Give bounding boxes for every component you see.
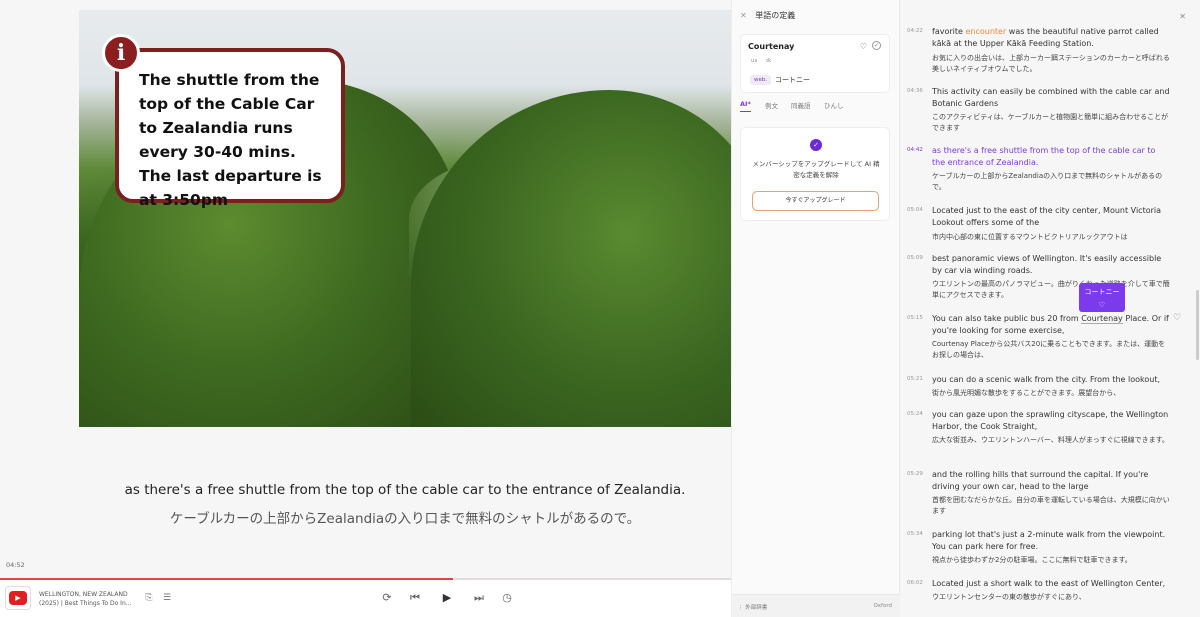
timestamp[interactable]: 04:22 [907,28,923,34]
timestamp[interactable]: 05:29 [907,471,923,477]
check-icon[interactable]: ✓ [872,41,881,50]
definition-title: 単語の定義 [755,11,796,20]
timestamp[interactable]: 04:42 [907,147,923,153]
playlist-icon[interactable]: ☰ [162,593,172,603]
current-time: 04:52 [6,561,25,569]
info-icon: i [102,34,140,72]
video-title-line2: (2025) | Best Things To Do In... [39,600,132,607]
timestamp[interactable]: 05:15 [907,315,923,321]
video-info-overlay: The shuttle from the top of the Cable Ca… [115,48,345,209]
play-icon[interactable]: ▶ [439,590,455,606]
transcript-panel: ✕ 04:22 favorite encounter was the beaut… [900,0,1200,617]
video-title-line1: WELLINGTON, NEW ZEALAND [39,591,128,598]
transcript-en: as there's a free shuttle from the top o… [932,146,1156,167]
transcript-ja: このアクティビティは、ケーブルカーと植物園と簡単に組み合わせることができます [932,113,1169,132]
definition-tabs: AI* 例文 同義語 ひんし [740,100,890,115]
pron-us[interactable]: us [751,58,757,64]
loop-icon[interactable]: ⟳ [379,590,395,606]
transcript-en: favorite encounter was the beautiful nat… [932,26,1170,50]
scrollbar-thumb[interactable] [1196,290,1199,360]
selected-word[interactable]: Courtenay [1081,314,1123,324]
timestamp[interactable]: 04:36 [907,88,923,94]
upgrade-card: ✓ メンバーシップをアップグレードして AI 精密な定義を解除 今すぐアップグレ… [740,127,890,221]
video-title[interactable]: WELLINGTON, NEW ZEALAND (2025) | Best Th… [39,590,134,608]
word-card: Courtenay ♡ ✓ us ɪk web. コートニー [740,34,890,93]
tab-ai[interactable]: AI* [740,100,751,112]
highlighted-word[interactable]: encounter [965,27,1006,36]
transcript-ja: お気に入りの出会いは、上部カーカー餌ステーションのカーカーと呼ばれる美しいネイテ… [932,54,1170,73]
transcript-en: Located just to the east of the city cen… [932,206,1162,227]
definition-panel: ✕ 単語の定義 Courtenay ♡ ✓ us ɪk web. コートニー A… [731,0,900,617]
external-dictionary-link[interactable]: ⋮ 外部辞書 [738,603,767,611]
definition-footer: ⋮ 外部辞書 Oxford [732,594,900,617]
transcript-ja: 街から風光明媚な散歩をすることができます。展望台から、 [932,389,1121,397]
speed-icon[interactable]: ◷ [499,590,515,606]
upgrade-message: メンバーシップをアップグレードして AI 精密な定義を解除 [752,160,880,179]
definition-header: ✕ 単語の定義 [740,10,795,21]
tab-examples[interactable]: 例文 [765,100,778,110]
timestamp[interactable]: 05:21 [907,376,923,382]
transcript-ja: ウエリントンセンターの東の散歩がすぐにあり、 [932,593,1086,601]
transcript-ja: 広大な街並み、ウエリントンハーバー、料理人がまっすぐに視線できます。 [932,436,1169,444]
youtube-icon: ▶ [9,591,27,605]
timestamp[interactable]: 05:04 [907,207,923,213]
transcript-en: parking lot that's just a 2-minute walk … [932,530,1166,551]
skip-previous-icon[interactable]: ⏮ [407,590,423,606]
transcript-ja: ウエリントンの最高のパノラマビュー。曲がりくねった道路を介して車で簡単にアクセス… [932,280,1170,299]
source-tag: web. [750,75,772,85]
pron-uk[interactable]: ɪk [766,58,771,64]
verified-icon: ✓ [810,139,822,151]
timestamp[interactable]: 05:09 [907,255,923,261]
tooltip-translation: コートニー [1084,288,1120,296]
transcript-ja: 首都を囲むなだらかな丘。自分の車を運転している場合は、大規模に向かいます [932,496,1170,515]
transcript-en: you can do a scenic walk from the city. … [932,375,1160,384]
player-controls: ▶ WELLINGTON, NEW ZEALAND (2025) | Best … [0,580,731,617]
heart-icon[interactable]: ♡ [1079,301,1125,309]
timestamp[interactable]: 06:02 [907,580,923,586]
video-player: The shuttle from the top of the Cable Ca… [0,0,731,617]
close-icon[interactable]: ✕ [740,11,747,20]
skip-next-icon[interactable]: ⏭ [471,590,487,606]
text-pre: favorite [932,27,966,36]
close-icon[interactable]: ✕ [1179,12,1186,21]
subtitle-japanese: ケーブルカーの上部からZealandiaの入り口まで無料のシャトルがあるので。 [169,511,641,527]
definition-word: Courtenay [748,42,795,51]
upgrade-button[interactable]: 今すぐアップグレード [752,191,879,211]
heart-icon[interactable]: ♡ [1173,313,1181,323]
timestamp[interactable]: 05:34 [907,531,923,537]
word-translation: コートニー [775,76,810,84]
subtitle-area: as there's a free shuttle from the top o… [79,482,731,527]
transcript-ja: ケーブルカーの上部からZealandiaの入り口まで無料のシャトルがあるので。 [932,172,1163,191]
forest-hill-right [411,90,731,427]
tab-part-of-speech[interactable]: ひんし [824,100,844,110]
transcript-en: best panoramic views of Wellington. It's… [932,254,1162,275]
word-tooltip[interactable]: コートニー ♡ [1079,283,1125,312]
heart-icon[interactable]: ♡ [860,42,867,51]
bookmark-icon[interactable]: ⎘ [144,593,154,603]
transcript-en: and the rolling hills that surround the … [932,470,1149,491]
app-window: The shuttle from the top of the Cable Ca… [0,0,1200,617]
subtitle-english[interactable]: as there's a free shuttle from the top o… [79,482,731,498]
timestamp[interactable]: 05:24 [907,411,923,417]
transcript-en: This activity can easily be combined wit… [932,87,1170,108]
tab-synonyms[interactable]: 同義語 [791,100,811,110]
dictionary-source[interactable]: Oxford [873,603,892,609]
transcript-en: you can gaze upon the sprawling cityscap… [932,410,1169,431]
overlay-text: The shuttle from the top of the Cable Ca… [139,71,322,209]
transcript-ja: 視点から徒歩わずか2分の駐車場。ここに無料で駐車できます。 [932,556,1132,564]
transcript-ja: 市内中心部の東に位置するマウントビクトリアルックアウトは [932,233,1128,241]
transcript-en: You can also take public bus 20 from Cou… [932,313,1170,337]
transcript-en: Located just a short walk to the east of… [932,579,1166,588]
transcript-ja: Courtenay Placeから公共バス20に乗ることもできます。または、運動… [932,340,1166,359]
text-pre: You can also take public bus 20 from [932,314,1082,323]
